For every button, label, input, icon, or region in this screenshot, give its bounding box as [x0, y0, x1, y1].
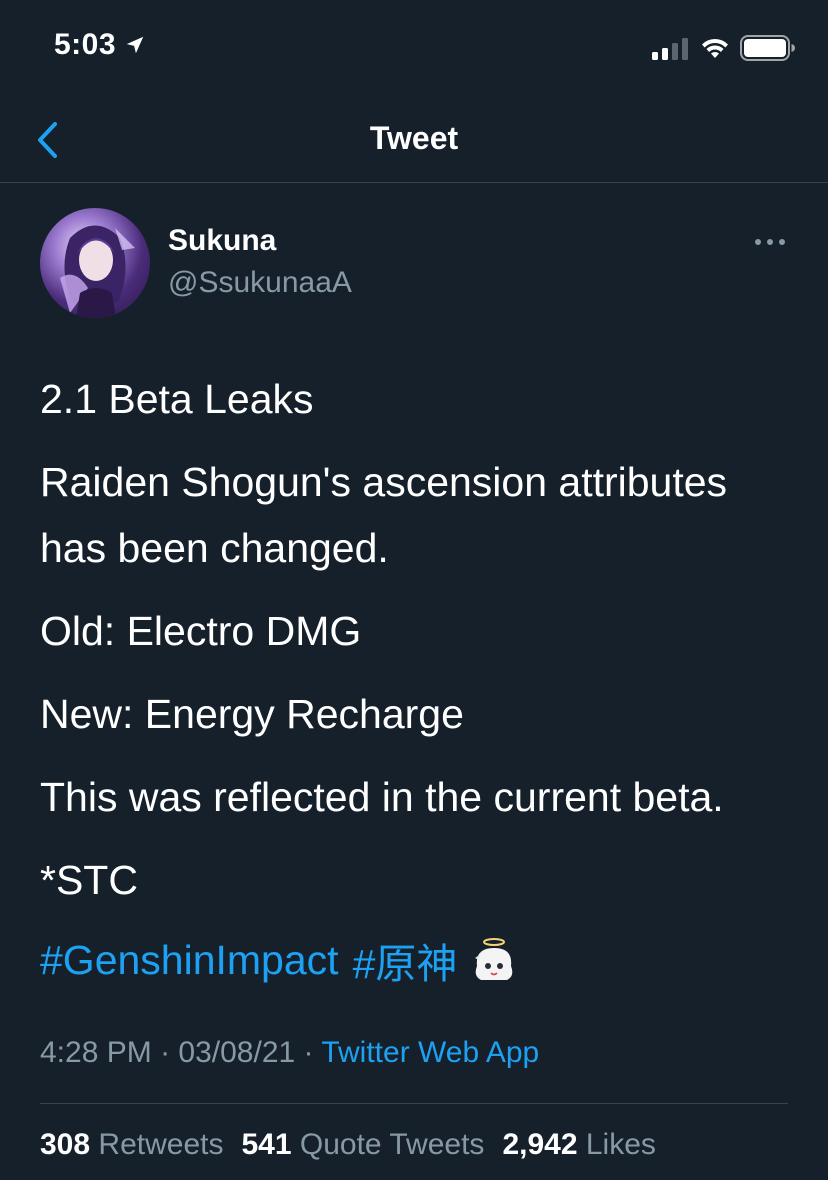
battery-icon	[740, 35, 795, 61]
avatar-illustration	[60, 225, 135, 318]
more-horizontal-icon[interactable]	[754, 236, 786, 248]
avatar[interactable]	[40, 208, 150, 318]
hashtag-link[interactable]: #原神	[353, 930, 458, 990]
clock-text: 5:03	[54, 28, 117, 61]
likes-count: 2,942	[502, 1128, 578, 1161]
tweet-date: 03/08/21	[178, 1036, 296, 1069]
tweet-line: Raiden Shogun's ascension attributes has…	[40, 459, 728, 571]
nav-bar: Tweet	[0, 96, 828, 183]
quotes-count: 541	[241, 1128, 292, 1161]
quote-tweets-stat[interactable]: 541 Quote Tweets	[241, 1128, 484, 1162]
tweet-text: 2.1 Beta Leaks Raiden Shogun's ascension…	[40, 366, 800, 930]
hashtag-link[interactable]: #GenshinImpact	[40, 937, 339, 984]
likes-stat[interactable]: 2,942 Likes	[502, 1128, 655, 1162]
tweet-source-link[interactable]: Twitter Web App	[321, 1036, 539, 1069]
display-name[interactable]: Sukuna	[168, 224, 276, 258]
tweet-line: New: Energy Recharge	[40, 691, 464, 737]
quotes-label: Quote Tweets	[299, 1128, 485, 1161]
page-title: Tweet	[369, 120, 459, 156]
likes-label: Likes	[585, 1128, 656, 1161]
hashtag-line: #GenshinImpact #原神	[40, 930, 517, 990]
tweet-line: Old: Electro DMG	[40, 608, 362, 654]
tweet-stats: 308 Retweets 541 Quote Tweets 2,942 Like…	[40, 1128, 656, 1162]
status-time: 5:03	[54, 28, 146, 62]
tweet-time: 4:28 PM	[40, 1036, 152, 1069]
retweets-stat[interactable]: 308 Retweets	[40, 1128, 223, 1162]
meta-separator: ·	[160, 1036, 171, 1069]
tweet-line: 2.1 Beta Leaks	[40, 376, 314, 422]
meta-separator: ·	[303, 1036, 314, 1069]
retweets-count: 308	[40, 1128, 91, 1161]
paimon-emoji-icon	[475, 938, 513, 980]
wifi-icon	[702, 38, 728, 58]
retweets-label: Retweets	[98, 1128, 224, 1161]
tweet-line: This was reflected in the current beta.	[40, 774, 724, 820]
divider	[40, 1103, 788, 1104]
user-handle[interactable]: @SsukunaaA	[168, 266, 352, 300]
tweet-line: *STC	[40, 857, 138, 903]
cellular-signal-icon	[652, 38, 688, 60]
tweet-timestamp: 4:28 PM · 03/08/21 · Twitter Web App	[40, 1036, 539, 1070]
status-bar: 5:03	[0, 0, 828, 96]
location-arrow-icon	[126, 36, 144, 54]
